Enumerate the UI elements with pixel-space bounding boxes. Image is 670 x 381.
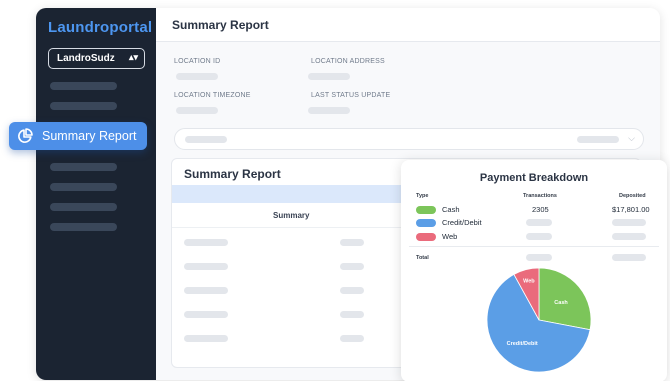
filter-value-placeholder xyxy=(185,136,227,143)
table-cell-placeholder xyxy=(340,263,364,270)
location-address-label: LOCATION ADDRESS xyxy=(311,58,385,65)
table-cell-placeholder xyxy=(184,263,228,270)
brand-logo: Laundroportal xyxy=(48,19,153,36)
table-cell-placeholder xyxy=(184,311,228,318)
row-type-cash: Cash xyxy=(442,205,460,214)
sidebar: Laundroportal LandroSudz ▴▾ xyxy=(36,8,156,380)
sidebar-item-placeholder[interactable] xyxy=(50,82,117,90)
table-cell-placeholder xyxy=(184,287,228,294)
row-type-web: Web xyxy=(442,232,458,241)
pie-label-web: Web xyxy=(523,279,535,285)
total-deposited-placeholder xyxy=(612,254,646,261)
row-deposited-placeholder xyxy=(612,219,646,226)
total-transactions-placeholder xyxy=(526,254,552,261)
legend-swatch-credit-debit xyxy=(416,219,436,227)
page-header: Summary Report xyxy=(156,8,660,42)
updown-chevron-icon: ▴▾ xyxy=(128,52,138,62)
legend-swatch-web xyxy=(416,233,436,241)
table-cell-placeholder xyxy=(184,335,228,342)
sidebar-item-placeholder[interactable] xyxy=(50,203,117,211)
table-cell-placeholder xyxy=(340,239,364,246)
location-timezone-label: LOCATION TIMEZONE xyxy=(174,92,251,99)
last-status-update-label: LAST STATUS UPDATE xyxy=(311,92,391,99)
payment-breakdown-title: Payment Breakdown xyxy=(479,172,589,184)
sidebar-item-placeholder[interactable] xyxy=(50,163,117,171)
row-deposited-cash: $17,801.00 xyxy=(612,205,650,214)
table-cell-placeholder xyxy=(184,239,228,246)
date-range-select[interactable]: ⌵ xyxy=(174,128,644,150)
location-id-label: LOCATION ID xyxy=(174,58,221,65)
page-title: Summary Report xyxy=(172,18,269,32)
type-column-header: Type xyxy=(416,193,429,199)
sidebar-item-placeholder[interactable] xyxy=(50,102,117,110)
payment-breakdown-card: Payment Breakdown Type Transactions Depo… xyxy=(401,160,667,381)
summary-column-header: Summary xyxy=(273,211,310,220)
table-cell-placeholder xyxy=(340,311,364,318)
divider xyxy=(409,246,659,247)
filter-option-placeholder xyxy=(577,136,619,143)
location-select-value: LandroSudz xyxy=(57,53,115,64)
location-select[interactable]: LandroSudz ▴▾ xyxy=(48,48,145,69)
nav-summary-report-label: Summary Report xyxy=(42,129,137,143)
report-title: Summary Report xyxy=(184,167,281,181)
row-type-credit-debit: Credit/Debit xyxy=(442,218,482,227)
transactions-column-header: Transactions xyxy=(523,193,557,199)
location-id-value xyxy=(176,73,218,80)
pie-label-credit-debit: Credit/Debit xyxy=(507,341,538,347)
table-cell-placeholder xyxy=(340,335,364,342)
total-label: Total xyxy=(416,255,429,261)
deposited-column-header: Deposited xyxy=(619,193,646,199)
sidebar-item-placeholder[interactable] xyxy=(50,223,117,231)
table-cell-placeholder xyxy=(340,287,364,294)
last-status-update-value xyxy=(308,107,350,114)
location-address-value xyxy=(308,73,350,80)
payment-pie-chart: Cash Credit/Debit Web xyxy=(486,267,592,373)
row-transactions-placeholder xyxy=(526,219,552,226)
pie-chart-icon xyxy=(18,128,33,143)
nav-summary-report-button[interactable]: Summary Report xyxy=(9,122,147,150)
row-transactions-placeholder xyxy=(526,233,552,240)
legend-swatch-cash xyxy=(416,206,436,214)
row-transactions-cash: 2305 xyxy=(532,205,549,214)
row-deposited-placeholder xyxy=(612,233,646,240)
sidebar-item-placeholder[interactable] xyxy=(50,183,117,191)
pie-label-cash: Cash xyxy=(554,300,568,306)
chevron-down-icon: ⌵ xyxy=(628,133,635,143)
location-timezone-value xyxy=(176,107,218,114)
